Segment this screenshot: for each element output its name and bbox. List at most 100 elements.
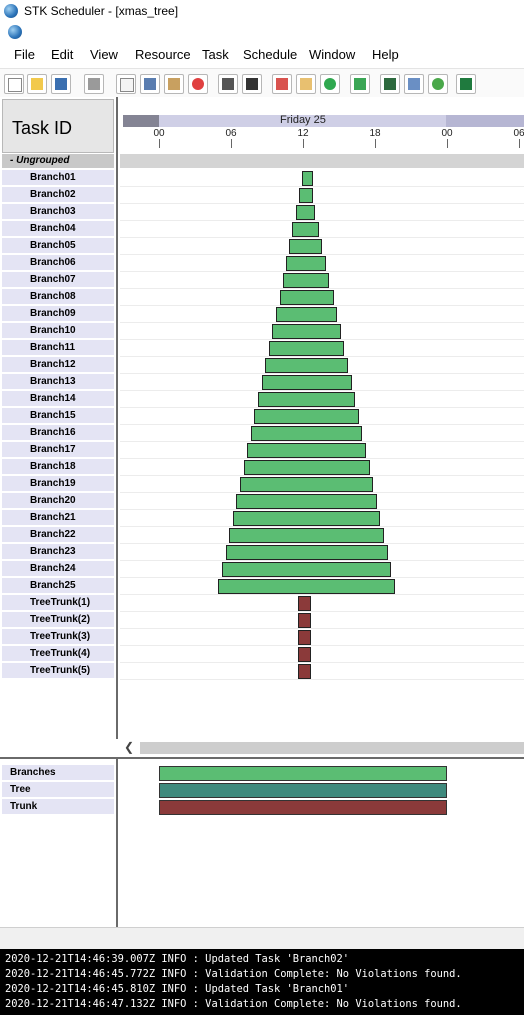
resource-icon[interactable]: [272, 74, 292, 94]
menu-edit[interactable]: Edit: [51, 47, 73, 62]
gantt-icon[interactable]: [380, 74, 400, 94]
task-row[interactable]: Branch23: [2, 544, 114, 560]
task-row[interactable]: Branch12: [2, 357, 114, 373]
branch-task-bar[interactable]: [222, 562, 392, 577]
branch-task-bar[interactable]: [243, 460, 370, 475]
task-row[interactable]: Branch21: [2, 510, 114, 526]
task-row[interactable]: Branch20: [2, 493, 114, 509]
branch-task-bar[interactable]: [258, 392, 356, 407]
branch-task-bar[interactable]: [301, 171, 313, 186]
document-globe-icon[interactable]: [8, 25, 22, 39]
task-row[interactable]: TreeTrunk(4): [2, 646, 114, 662]
menu-file[interactable]: File: [14, 47, 35, 62]
resource-bar[interactable]: [159, 766, 447, 781]
menu-window[interactable]: Window: [309, 47, 355, 62]
branch-task-bar[interactable]: [295, 205, 315, 220]
branch-task-bar[interactable]: [286, 256, 326, 271]
paste-icon[interactable]: [164, 74, 184, 94]
task-row[interactable]: Branch24: [2, 561, 114, 577]
resource-row[interactable]: Trunk: [2, 799, 114, 815]
branch-task-bar[interactable]: [229, 528, 384, 543]
group-row-ungrouped[interactable]: - Ungrouped: [2, 154, 114, 168]
new-icon[interactable]: [4, 74, 24, 94]
validate-icon[interactable]: [350, 74, 370, 94]
branch-task-bar[interactable]: [254, 409, 359, 424]
menu-view[interactable]: View: [90, 47, 118, 62]
task-row[interactable]: Branch08: [2, 289, 114, 305]
branch-task-bar[interactable]: [218, 579, 395, 594]
task-row[interactable]: Branch16: [2, 425, 114, 441]
task-row[interactable]: Branch07: [2, 272, 114, 288]
task-row[interactable]: Branch03: [2, 204, 114, 220]
task-row[interactable]: TreeTrunk(5): [2, 663, 114, 679]
run-icon[interactable]: [320, 74, 340, 94]
branch-task-bar[interactable]: [225, 545, 388, 560]
task-row[interactable]: TreeTrunk(1): [2, 595, 114, 611]
branch-task-bar[interactable]: [240, 477, 374, 492]
cut-icon[interactable]: [140, 74, 160, 94]
delete-icon[interactable]: [188, 74, 208, 94]
task-row[interactable]: Branch11: [2, 340, 114, 356]
branch-task-bar[interactable]: [268, 341, 345, 356]
excel-icon[interactable]: [456, 74, 476, 94]
resource-chart[interactable]: [118, 757, 524, 929]
resource-row[interactable]: Tree: [2, 782, 114, 798]
scroll-track[interactable]: [140, 742, 524, 754]
branch-task-bar[interactable]: [236, 494, 377, 509]
menu-help[interactable]: Help: [372, 47, 399, 62]
trunk-task-bar[interactable]: [298, 613, 312, 628]
menu-schedule[interactable]: Schedule: [243, 47, 297, 62]
trunk-task-bar[interactable]: [298, 664, 312, 679]
horizontal-scrollbar[interactable]: ❮: [118, 740, 524, 756]
resource-bar[interactable]: [159, 800, 447, 815]
task-row[interactable]: Branch09: [2, 306, 114, 322]
resource-bar[interactable]: [159, 783, 447, 798]
task-row[interactable]: Branch22: [2, 527, 114, 543]
branch-task-bar[interactable]: [276, 307, 338, 322]
branch-task-bar[interactable]: [299, 188, 313, 203]
open-icon[interactable]: [27, 74, 47, 94]
branch-task-bar[interactable]: [250, 426, 363, 441]
task-row[interactable]: Branch17: [2, 442, 114, 458]
task-row[interactable]: Branch01: [2, 170, 114, 186]
menu-resource[interactable]: Resource: [135, 47, 191, 62]
branch-task-bar[interactable]: [265, 358, 348, 373]
report-icon[interactable]: [404, 74, 424, 94]
branch-task-bar[interactable]: [282, 273, 330, 288]
task-row[interactable]: TreeTrunk(2): [2, 612, 114, 628]
save-icon[interactable]: [51, 74, 71, 94]
task-row[interactable]: Branch04: [2, 221, 114, 237]
branch-task-bar[interactable]: [289, 239, 323, 254]
timeline-icon[interactable]: [242, 74, 262, 94]
refresh-icon[interactable]: [428, 74, 448, 94]
trunk-task-bar[interactable]: [298, 647, 312, 662]
task-row[interactable]: Branch15: [2, 408, 114, 424]
resource-row[interactable]: Branches: [2, 765, 114, 781]
branch-task-bar[interactable]: [261, 375, 352, 390]
calendar-icon[interactable]: [218, 74, 238, 94]
task-icon[interactable]: [296, 74, 316, 94]
task-row[interactable]: Branch18: [2, 459, 114, 475]
branch-task-bar[interactable]: [291, 222, 319, 237]
branch-task-bar[interactable]: [279, 290, 334, 305]
task-row[interactable]: Branch25: [2, 578, 114, 594]
task-row[interactable]: Branch13: [2, 374, 114, 390]
branch-task-bar[interactable]: [247, 443, 366, 458]
copy-icon[interactable]: [116, 74, 136, 94]
task-row[interactable]: TreeTrunk(3): [2, 629, 114, 645]
branch-task-bar[interactable]: [272, 324, 341, 339]
print-icon[interactable]: [84, 74, 104, 94]
trunk-task-bar[interactable]: [298, 630, 312, 645]
task-row[interactable]: Branch19: [2, 476, 114, 492]
task-row[interactable]: Branch02: [2, 187, 114, 203]
task-id-header[interactable]: Task ID: [2, 99, 114, 153]
menu-task[interactable]: Task: [202, 47, 229, 62]
scroll-left-icon[interactable]: ❮: [124, 740, 134, 754]
task-row[interactable]: Branch14: [2, 391, 114, 407]
task-row[interactable]: Branch10: [2, 323, 114, 339]
task-row[interactable]: Branch06: [2, 255, 114, 271]
task-row[interactable]: Branch05: [2, 238, 114, 254]
branch-task-bar[interactable]: [232, 511, 381, 526]
gantt-chart[interactable]: Friday 25 00 06 12 18 00 06: [118, 97, 524, 739]
trunk-task-bar[interactable]: [298, 596, 312, 611]
